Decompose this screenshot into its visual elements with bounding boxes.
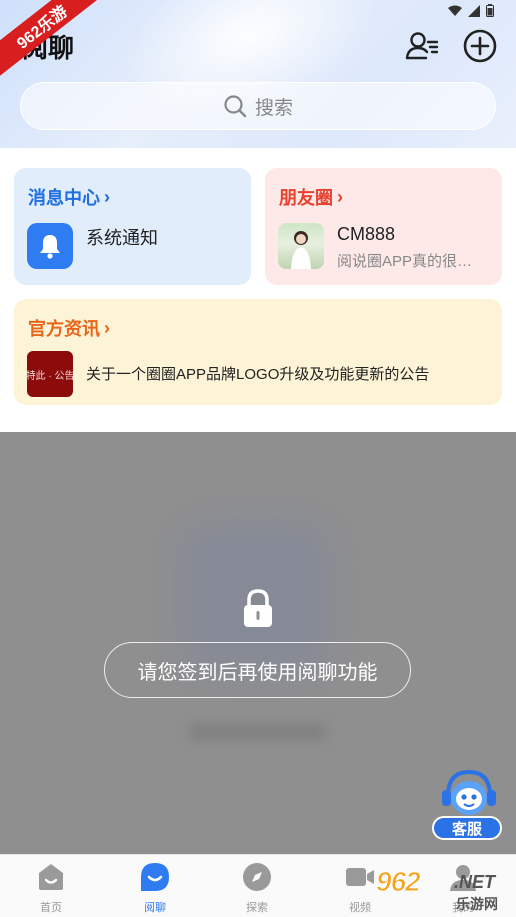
header: 阅聊 搜索 — [0, 0, 516, 148]
system-notice-icon-box — [27, 223, 73, 269]
signal-icon — [468, 4, 480, 17]
watermark-main: 962 — [376, 866, 422, 898]
status-bar — [448, 4, 494, 17]
nav-label-explore: 探索 — [246, 902, 268, 914]
contacts-icon — [405, 32, 439, 60]
friends-circle-title-text: 朋友圈 — [279, 188, 333, 208]
news-thumbnail: 特此 · 公告 — [27, 351, 73, 397]
friends-circle-card[interactable]: 朋友圈 › CM888 阅说圈APP真的很… — [265, 168, 502, 285]
friends-circle-title[interactable]: 朋友圈 › — [279, 184, 343, 210]
nav-label-home: 首页 — [40, 902, 62, 914]
compass-icon — [243, 863, 271, 891]
wifi-icon — [448, 5, 462, 16]
bell-icon — [40, 235, 60, 259]
home-icon — [39, 864, 63, 890]
friend-post-preview: 阅说圈APP真的很… — [337, 253, 473, 270]
nav-item-explore[interactable]: 探索 — [222, 861, 292, 917]
search-bar[interactable]: 搜索 — [20, 82, 496, 130]
nav-item-chat[interactable]: 阅聊 — [120, 861, 190, 917]
search-icon — [224, 95, 247, 118]
video-icon — [346, 868, 374, 886]
blurred-placeholder-text — [190, 724, 326, 740]
message-center-title[interactable]: 消息中心 › — [28, 184, 110, 210]
add-circle-icon — [463, 29, 497, 63]
message-center-title-text: 消息中心 — [28, 188, 100, 208]
chevron-right-icon: › — [104, 186, 110, 207]
lock-icon — [244, 589, 272, 627]
nav-item-home[interactable]: 首页 — [16, 861, 86, 917]
search-placeholder: 搜索 — [254, 97, 293, 119]
message-center-card[interactable]: 消息中心 › 系统通知 — [14, 168, 251, 285]
contacts-button[interactable] — [404, 28, 440, 64]
watermark-site: 962 .NET 乐游网 — [376, 862, 516, 917]
customer-service-button[interactable]: 客服 — [432, 768, 504, 842]
customer-service-label: 客服 — [432, 816, 502, 840]
person-photo-icon — [291, 231, 311, 269]
battery-icon — [486, 4, 494, 17]
official-news-title[interactable]: 官方资讯 › — [28, 315, 110, 341]
chat-icon — [141, 863, 169, 891]
add-button[interactable] — [462, 28, 498, 64]
official-news-title-text: 官方资讯 — [28, 319, 100, 339]
robot-headset-icon — [442, 769, 496, 815]
watermark-sub: 乐游网 — [456, 896, 498, 912]
news-headline[interactable]: 关于一个圈圈APP品牌LOGO升级及功能更新的公告 — [86, 363, 429, 384]
nav-label-video: 视频 — [349, 902, 371, 914]
friend-name: CM888 — [337, 224, 396, 244]
official-news-card[interactable]: 官方资讯 › 特此 · 公告 关于一个圈圈APP品牌LOGO升级及功能更新的公告 — [14, 299, 502, 405]
sign-in-required-text: 请您签到后再使用阅聊功能 — [137, 661, 378, 684]
watermark-net: .NET — [454, 872, 496, 892]
chevron-right-icon: › — [104, 317, 110, 338]
nav-label-chat: 阅聊 — [144, 902, 166, 914]
chevron-right-icon: › — [337, 186, 343, 207]
system-notice-label[interactable]: 系统通知 — [86, 224, 158, 250]
sign-in-required-message[interactable]: 请您签到后再使用阅聊功能 — [104, 642, 411, 698]
friend-avatar — [278, 223, 324, 269]
